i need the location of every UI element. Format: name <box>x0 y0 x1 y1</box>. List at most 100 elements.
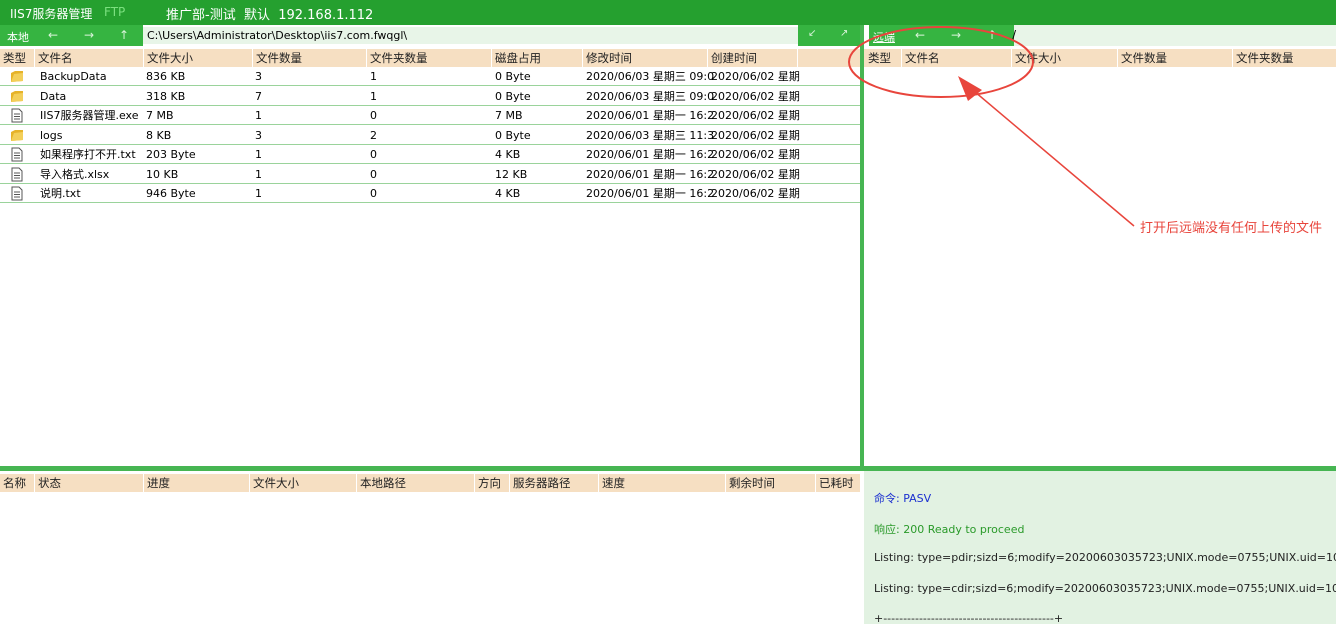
file-name: IIS7服务器管理.exe <box>40 109 139 122</box>
file-size: 318 KB <box>146 89 186 103</box>
app-name: IIS7服务器管理 <box>10 7 93 21</box>
log-line: 响应: 200 Ready to proceed <box>874 523 1025 536</box>
tcol-speed[interactable]: 速度 <box>598 474 725 492</box>
file-count: 1 <box>255 167 262 181</box>
log-line: Listing: type=pdir;sizd=6;modify=2020060… <box>874 551 1336 564</box>
shrink-icon[interactable]: ↙ <box>808 28 816 39</box>
file-size: 946 Byte <box>146 187 196 200</box>
remote-label: 远端 <box>873 31 895 44</box>
created-time: 2020/06/02 星期 <box>711 167 800 181</box>
file-name: 说明.txt <box>40 187 81 200</box>
log-line: 命令: PASV <box>874 492 932 505</box>
file-icon <box>11 167 23 181</box>
expand-icon[interactable]: ↗ <box>840 28 848 39</box>
transfer-header-row: 名称 状态 进度 文件大小 本地路径 方向 服务器路径 速度 剩余时间 已耗时 <box>0 474 860 492</box>
file-size: 10 KB <box>146 167 179 181</box>
col-modified[interactable]: 修改时间 <box>582 49 707 67</box>
col-file-count[interactable]: 文件数量 <box>252 49 366 67</box>
col-size[interactable]: 文件大小 <box>143 49 252 67</box>
tcol-remaining[interactable]: 剩余时间 <box>725 474 815 492</box>
local-up-icon[interactable]: ↑ <box>119 28 129 42</box>
local-back-icon[interactable]: ← <box>48 28 58 42</box>
disk-usage: 0 Byte <box>495 128 531 142</box>
col-created[interactable]: 创建时间 <box>707 49 797 67</box>
modified-time: 2020/06/03 星期三 09:0 <box>586 70 715 83</box>
tcol-name[interactable]: 名称 <box>0 474 34 492</box>
disk-usage: 4 KB <box>495 187 521 200</box>
col-disk[interactable]: 磁盘占用 <box>491 49 582 67</box>
folder-icon <box>11 129 23 141</box>
disk-usage: 4 KB <box>495 148 521 161</box>
log-line: Listing: type=cdir;sizd=6;modify=2020060… <box>874 582 1336 595</box>
remote-col-file-count[interactable]: 文件数量 <box>1117 49 1232 67</box>
disk-usage: 7 MB <box>495 109 523 122</box>
remote-up-icon[interactable]: ↑ <box>987 28 997 42</box>
tcol-direction[interactable]: 方向 <box>474 474 509 492</box>
table-row[interactable]: 如果程序打不开.txt 203 Byte 1 0 4 KB 2020/06/01 星期一 … <box>0 145 860 164</box>
remote-forward-icon[interactable]: → <box>951 28 961 42</box>
remote-path: / <box>1012 28 1017 42</box>
app-tag-ftp: FTP <box>104 5 126 19</box>
remote-col-type[interactable]: 类型 <box>864 49 901 67</box>
file-size: 203 Byte <box>146 148 196 161</box>
remote-col-size[interactable]: 文件大小 <box>1011 49 1117 67</box>
created-time: 2020/06/02 星期 <box>711 148 800 161</box>
tcol-server-path[interactable]: 服务器路径 <box>509 474 598 492</box>
file-name: 如果程序打不开.txt <box>40 148 136 161</box>
modified-time: 2020/06/01 星期一 16:2 <box>586 148 715 161</box>
col-type[interactable]: 类型 <box>0 49 34 67</box>
created-time: 2020/06/02 星期 <box>711 70 800 83</box>
folder-count: 0 <box>370 167 377 181</box>
col-spacer <box>797 49 860 67</box>
local-path-input[interactable]: C:\Users\Administrator\Desktop\iis7.com.… <box>143 27 798 44</box>
created-time: 2020/06/02 星期 <box>711 109 800 122</box>
col-name[interactable]: 文件名 <box>34 49 143 67</box>
tcol-local-path[interactable]: 本地路径 <box>356 474 474 492</box>
modified-time: 2020/06/03 星期三 09:0 <box>586 89 715 103</box>
connection-info: 推广部-测试 默认 192.168.1.112 <box>166 8 374 23</box>
log-panel: 命令: PASV 响应: 200 Ready to proceed Listing:… <box>864 471 1336 624</box>
folder-count: 1 <box>370 70 377 83</box>
remote-header-row: 类型 文件名 文件大小 文件数量 文件夹数量 <box>864 49 1336 67</box>
file-icon <box>11 147 23 162</box>
file-icon <box>11 186 23 201</box>
remote-path-input[interactable] <box>1014 25 1336 46</box>
file-count: 7 <box>255 89 262 103</box>
table-row[interactable]: logs 8 KB 3 2 0 Byte 2020/06/03 星期三 11:3 2020/… <box>0 126 860 145</box>
file-count: 1 <box>255 109 262 122</box>
file-count: 3 <box>255 128 262 142</box>
local-panel: 本地 ← → ↑ C:\Users\Administrator\Desktop\… <box>0 25 860 466</box>
folder-count: 1 <box>370 89 377 103</box>
folder-count: 2 <box>370 128 377 142</box>
modified-time: 2020/06/01 星期一 16:2 <box>586 167 715 181</box>
file-count: 1 <box>255 148 262 161</box>
table-row[interactable]: 导入格式.xlsx 10 KB 1 0 12 KB 2020/06/01 星期一 16:2… <box>0 165 860 184</box>
table-row[interactable]: IIS7服务器管理.exe 7 MB 1 0 7 MB 2020/06/01 星期一 16… <box>0 106 860 125</box>
table-row[interactable]: BackupData 836 KB 3 1 0 Byte 2020/06/03 星期三 0… <box>0 67 860 86</box>
modified-time: 2020/06/01 星期一 16:2 <box>586 109 715 122</box>
remote-back-icon[interactable]: ← <box>915 28 925 42</box>
local-header-row: 类型 文件名 文件大小 文件数量 文件夹数量 磁盘占用 修改时间 创建时间 <box>0 49 860 67</box>
remote-col-name[interactable]: 文件名 <box>901 49 1011 67</box>
tcol-elapsed[interactable]: 已耗时 <box>815 474 860 492</box>
log-line: +---------------------------------------… <box>874 612 1064 624</box>
folder-count: 0 <box>370 148 377 161</box>
title-bar: IIS7服务器管理 FTP 推广部-测试 默认 192.168.1.112 <box>0 0 1336 25</box>
disk-usage: 0 Byte <box>495 70 531 83</box>
folder-icon <box>11 71 23 82</box>
tcol-progress[interactable]: 进度 <box>143 474 249 492</box>
file-size: 8 KB <box>146 128 172 142</box>
folder-icon <box>11 90 23 102</box>
remote-col-folder-count[interactable]: 文件夹数量 <box>1232 49 1336 67</box>
tcol-status[interactable]: 状态 <box>34 474 143 492</box>
local-forward-icon[interactable]: → <box>84 28 94 42</box>
table-row[interactable]: 说明.txt 946 Byte 1 0 4 KB 2020/06/01 星期一 16:2 2… <box>0 184 860 203</box>
col-folder-count[interactable]: 文件夹数量 <box>366 49 491 67</box>
disk-usage: 0 Byte <box>495 89 531 103</box>
file-name: Data <box>40 89 67 103</box>
file-name: BackupData <box>40 70 107 83</box>
local-label: 本地 <box>7 31 29 44</box>
local-path-actions: ↙ ↗ <box>798 25 860 46</box>
tcol-size[interactable]: 文件大小 <box>249 474 356 492</box>
table-row[interactable]: Data 318 KB 7 1 0 Byte 2020/06/03 星期三 09:0 202… <box>0 87 860 106</box>
